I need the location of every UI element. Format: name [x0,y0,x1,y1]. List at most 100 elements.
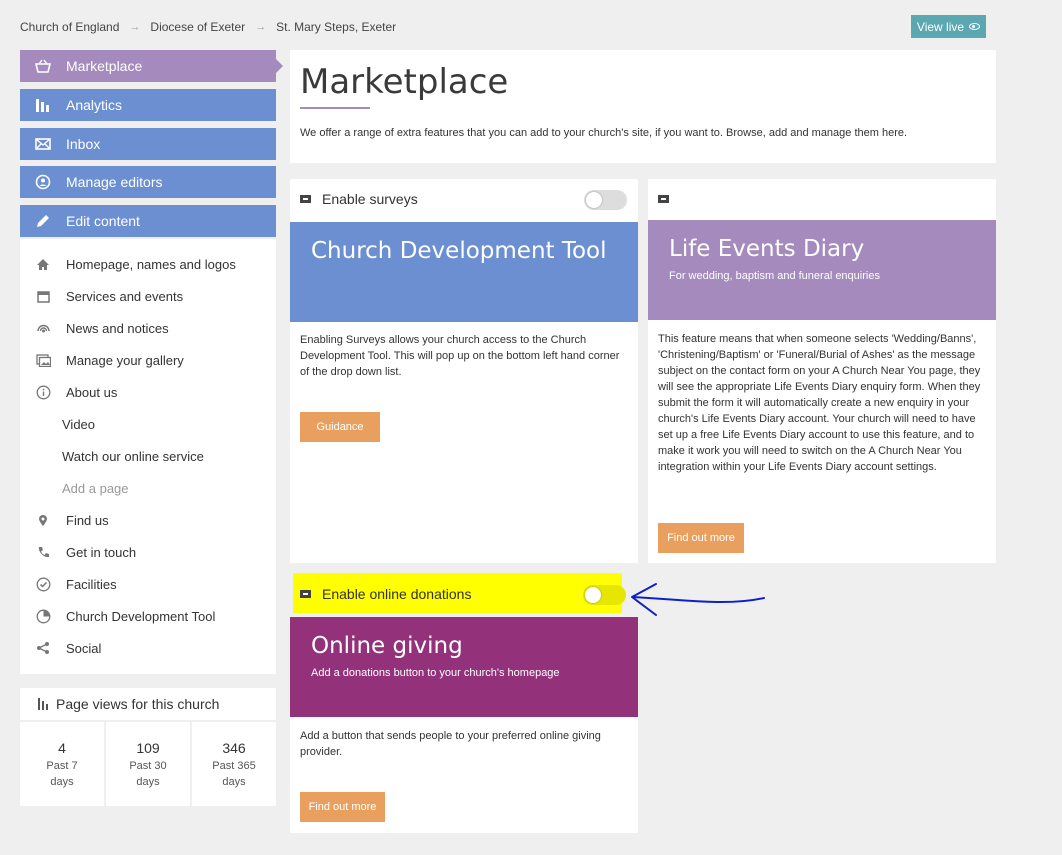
home-icon [20,258,66,271]
stat-365-days: 346 Past 365 days [192,722,276,806]
bar-chart-icon [20,98,66,112]
map-pin-icon [20,514,66,527]
sidebar-item-homepage[interactable]: Homepage, names and logos [20,248,276,280]
card-title: Life Events Diary [669,236,865,262]
pie-chart-icon [20,609,66,624]
card-description: Add a button that sends people to your p… [300,730,601,758]
page-views-title: Page views for this church [56,696,220,712]
card-banner: Online giving Add a donations button to … [290,617,638,717]
toggle-label: Enable online donations [322,586,472,602]
sidebar-item-analytics[interactable]: Analytics [20,89,276,121]
sidebar-item-find-us[interactable]: Find us [20,504,276,536]
sidebar-item-label: Social [66,640,102,656]
card-subtitle: For wedding, baptism and funeral enquiri… [669,270,880,282]
sidebar-item-label: Facilities [66,576,117,592]
toggle-label: Enable surveys [322,191,418,207]
sidebar-item-label: Add a page [62,480,129,496]
card-description: Enabling Surveys allows your church acce… [300,334,620,378]
basket-icon [20,59,66,73]
arrow-right-icon [658,195,669,203]
sidebar-item-label: Manage your gallery [66,352,184,368]
info-icon [20,385,66,400]
find-out-more-button[interactable]: Find out more [658,523,744,553]
page-views-panel: Page views for this church 4 Past 7 days… [20,688,276,806]
stat-label: Past 30 days [129,760,167,788]
page-title: Marketplace [300,62,509,102]
sidebar-item-label: Get in touch [66,544,137,560]
sidebar-item-services-events[interactable]: Services and events [20,280,276,312]
sidebar-item-gallery[interactable]: Manage your gallery [20,344,276,376]
life-events-card: Life Events Diary For wedding, baptism a… [648,179,996,563]
eye-icon [969,23,981,30]
arrow-right-icon [300,195,311,203]
sidebar-item-label: News and notices [66,320,169,336]
stat-label: Past 365 days [212,760,256,788]
gallery-icon [20,353,66,367]
stat-label: Past 7 days [46,760,78,788]
breadcrumb-item[interactable]: Church of England [20,20,119,34]
share-icon [20,641,66,655]
sidebar-item-development-tool[interactable]: Church Development Tool [20,600,276,632]
card-banner: Church Development Tool [290,222,638,322]
sidebar-item-label: Services and events [66,288,184,304]
sidebar-item-label: About us [66,384,118,400]
sidebar-item-label: Find us [66,512,109,528]
sidebar-item-get-in-touch[interactable]: Get in touch [20,536,276,568]
view-live-button[interactable]: View live [911,15,986,38]
donations-toggle[interactable] [583,585,626,605]
sidebar-item-about-us[interactable]: About us [20,376,276,408]
envelope-icon [20,138,66,150]
sidebar-item-social[interactable]: Social [20,632,276,664]
page-header: Marketplace We offer a range of extra fe… [290,50,996,163]
sidebar-item-marketplace[interactable]: Marketplace [20,50,283,82]
sidebar-item-edit-content[interactable]: Edit content [20,205,276,237]
card-title: Church Development Tool [311,238,607,264]
card-toggle-row [648,179,996,219]
breadcrumb-item[interactable]: Diocese of Exeter [150,20,245,34]
pencil-icon [20,213,66,229]
guidance-button[interactable]: Guidance [300,412,380,442]
sidebar-item-news-notices[interactable]: News and notices [20,312,276,344]
chevron-right-icon: → [129,21,141,33]
stat-value: 109 [136,740,160,756]
breadcrumb-item[interactable]: St. Mary Steps, Exeter [276,20,396,34]
donations-card: Enable online donations Online giving Ad… [290,574,638,833]
sidebar-item-label: Manage editors [66,174,163,190]
sidebar-item-manage-editors[interactable]: Manage editors [20,166,276,198]
chevron-right-icon: → [255,21,267,33]
page-intro: We offer a range of extra features that … [300,127,908,139]
card-subtitle: Add a donations button to your church's … [311,667,560,679]
check-circle-icon [20,577,66,592]
sidebar-item-label: Inbox [66,136,101,152]
card-title: Online giving [311,633,463,659]
sidebar-item-inbox[interactable]: Inbox [20,128,276,160]
phone-icon [20,546,66,559]
sidebar-item-label: Edit content [66,213,140,229]
content-nav: Homepage, names and logos Services and e… [20,239,276,674]
card-banner: Life Events Diary For wedding, baptism a… [648,220,996,320]
sidebar-item-facilities[interactable]: Facilities [20,568,276,600]
card-toggle-row: Enable online donations [290,574,638,614]
sidebar-item-online-service[interactable]: Watch our online service [20,440,276,472]
sidebar-item-label: Marketplace [66,58,143,74]
stat-value: 4 [58,740,66,756]
card-description: This feature means that when someone sel… [658,333,981,473]
bar-chart-icon [38,698,48,710]
sidebar-item-video[interactable]: Video [20,408,276,440]
surveys-toggle[interactable] [584,190,627,210]
annotation-arrow-icon [631,583,765,616]
page-views-header: Page views for this church [20,688,276,722]
sidebar-item-add-page[interactable]: Add a page [20,472,276,504]
calendar-icon [20,290,66,303]
breadcrumb: Church of England → Diocese of Exeter → … [20,19,396,35]
find-out-more-button[interactable]: Find out more [300,792,385,822]
stat-30-days: 109 Past 30 days [106,722,192,806]
sidebar-item-label: Church Development Tool [66,608,216,624]
broadcast-icon [20,322,66,335]
arrow-right-icon [300,590,311,598]
stat-value: 346 [222,740,246,756]
view-live-label: View live [916,19,965,34]
sidebar-item-label: Homepage, names and logos [66,256,236,272]
card-toggle-row: Enable surveys [290,179,638,219]
user-circle-icon [20,174,66,190]
